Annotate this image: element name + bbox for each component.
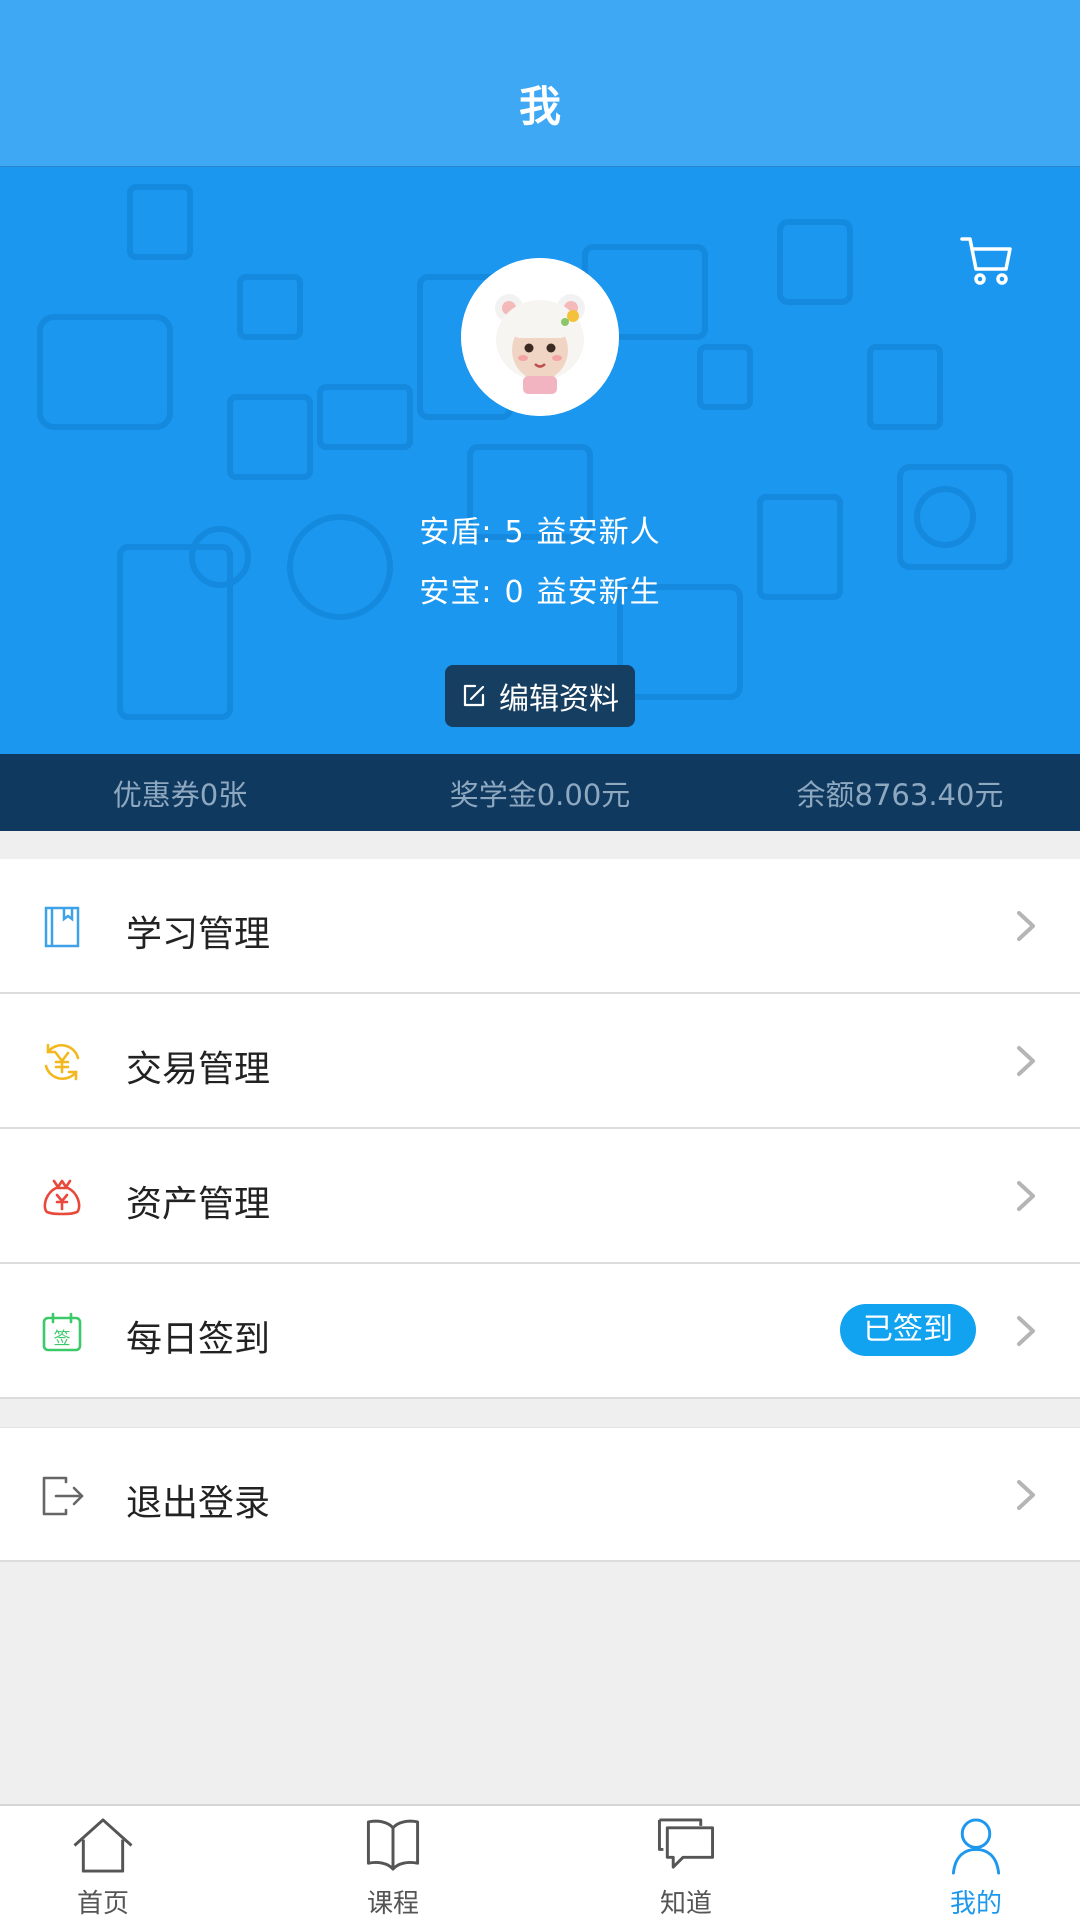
- treasure-label: 安宝:: [419, 575, 493, 610]
- edit-profile-label: 编辑资料: [499, 682, 619, 717]
- edit-profile-button[interactable]: 编辑资料: [445, 665, 635, 727]
- menu-item-label: 每日签到: [126, 1319, 271, 1360]
- svg-text:签: 签: [54, 1329, 71, 1349]
- logout-button[interactable]: 退出登录: [0, 1427, 1080, 1562]
- menu-item-daily-checkin[interactable]: 签 每日签到 已签到: [0, 1264, 1080, 1399]
- tab-label: 知道: [659, 1889, 712, 1919]
- avatar-illustration-icon: [461, 258, 619, 416]
- logout-section: 退出登录: [0, 1427, 1080, 1562]
- treasure-points-line: 安宝: 0 益安新生: [0, 567, 1080, 611]
- title-bar: 我: [0, 0, 1080, 167]
- tab-label: 首页: [76, 1889, 129, 1919]
- cart-icon[interactable]: [958, 233, 1014, 289]
- menu-item-trade-management[interactable]: 交易管理: [0, 994, 1080, 1129]
- shield-label: 安盾:: [419, 515, 493, 550]
- chat-icon: [657, 1818, 715, 1869]
- edit-icon: [463, 684, 485, 707]
- page-title: 我: [518, 82, 561, 131]
- tab-courses[interactable]: 课程: [328, 1816, 458, 1920]
- shield-value: 5: [504, 515, 525, 550]
- chevron-right-icon: [1017, 1181, 1035, 1211]
- chevron-right-icon: [1017, 1046, 1035, 1076]
- logout-icon: [42, 1476, 84, 1516]
- bottom-tab-bar: 首页 课程 知道 我的: [0, 1804, 1080, 1920]
- home-icon: [73, 1818, 133, 1873]
- wallet-bar: 优惠券0张 奖学金0.00元 余额8763.40元: [0, 754, 1080, 831]
- menu-item-label: 学习管理: [126, 914, 271, 955]
- chevron-right-icon: [1017, 1480, 1035, 1510]
- tab-knowledge[interactable]: 知道: [621, 1816, 751, 1920]
- menu-item-study-management[interactable]: 学习管理: [0, 859, 1080, 994]
- treasure-rank: 益安新生: [536, 575, 661, 610]
- menu-item-label: 资产管理: [126, 1184, 271, 1225]
- shield-rank: 益安新人: [536, 515, 661, 550]
- book-open-icon: [366, 1819, 420, 1871]
- menu-item-label: 交易管理: [126, 1049, 271, 1090]
- profile-header: 安盾: 5 益安新人 安宝: 0 益安新生 编辑资料: [0, 167, 1080, 754]
- menu-list: 学习管理 交易管理 资产管理 签 每日签到 已签到: [0, 859, 1080, 1399]
- book-icon: [44, 906, 80, 948]
- shield-points-line: 安盾: 5 益安新人: [0, 507, 1080, 551]
- logout-label: 退出登录: [126, 1483, 271, 1524]
- chevron-right-icon: [1017, 911, 1035, 941]
- user-icon: [951, 1818, 1001, 1875]
- avatar[interactable]: [461, 258, 619, 416]
- tab-home[interactable]: 首页: [38, 1816, 168, 1920]
- yuan-exchange-icon: [44, 1043, 80, 1081]
- chevron-right-icon: [1017, 1316, 1035, 1346]
- treasure-value: 0: [504, 575, 525, 610]
- tab-label: 我的: [949, 1889, 1002, 1919]
- coupons-link[interactable]: 优惠券0张: [0, 772, 360, 814]
- menu-item-asset-management[interactable]: 资产管理: [0, 1129, 1080, 1264]
- tab-mine[interactable]: 我的: [911, 1816, 1041, 1920]
- balance-link[interactable]: 余额8763.40元: [720, 772, 1080, 814]
- checked-in-badge: 已签到: [840, 1304, 976, 1356]
- tab-label: 课程: [366, 1889, 419, 1919]
- money-bag-icon: [43, 1179, 81, 1216]
- calendar-sign-icon: 签: [42, 1312, 82, 1352]
- scholarship-link[interactable]: 奖学金0.00元: [360, 772, 720, 814]
